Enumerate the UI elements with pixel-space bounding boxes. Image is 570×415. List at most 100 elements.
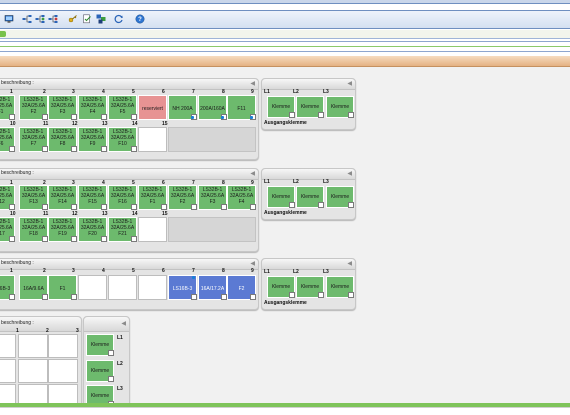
slot-number: 6 — [162, 268, 165, 274]
slot-checkbox[interactable] — [131, 236, 137, 242]
collapse-icon[interactable]: ◀ — [121, 320, 126, 327]
empty-slot-area — [168, 127, 256, 152]
collapse-icon[interactable]: ◀ — [250, 170, 255, 177]
slot-checkbox[interactable] — [71, 146, 77, 152]
phase-label: L3 — [323, 89, 329, 95]
terminal-checkbox[interactable] — [318, 112, 324, 118]
devices-icon[interactable] — [96, 14, 106, 24]
slot-checkbox[interactable] — [191, 204, 197, 210]
collapse-icon[interactable]: ◀ — [347, 80, 352, 87]
panel-title: beschreibung : — [1, 170, 34, 176]
slot-label: LS16B-3 — [0, 286, 11, 292]
slot-number: 7 — [192, 268, 195, 274]
slot-checkbox[interactable] — [9, 294, 15, 300]
slot-checkbox[interactable] — [131, 146, 137, 152]
slot-checkbox[interactable] — [101, 204, 107, 210]
slot-label: F1 — [59, 286, 66, 292]
slot-label: 16A/17.2A — [200, 286, 225, 292]
network-tree-add-icon[interactable] — [35, 14, 45, 24]
phase-label: L1 — [264, 269, 270, 275]
monitor-icon[interactable] — [4, 14, 14, 24]
breaker-slot[interactable]: reserviert — [138, 95, 167, 120]
status-dot-icon — [192, 276, 195, 279]
network-tree-remove-icon[interactable] — [48, 14, 58, 24]
document-check-icon[interactable] — [82, 14, 92, 24]
empty-slot[interactable] — [18, 359, 48, 383]
panel-header: ◀ — [262, 169, 355, 180]
help-icon[interactable]: ? — [135, 14, 145, 24]
slot-checkbox[interactable] — [9, 146, 15, 152]
phase-label: L3 — [117, 386, 123, 392]
key-icon[interactable] — [68, 14, 78, 24]
slot-checkbox[interactable] — [250, 204, 256, 210]
slot-checkbox[interactable] — [131, 114, 137, 120]
collapse-icon[interactable]: ◀ — [250, 260, 255, 267]
status-dot-icon — [250, 116, 253, 119]
slot-label: reserviert — [142, 106, 163, 112]
toolbar: ? — [0, 10, 570, 29]
slot-checkbox[interactable] — [71, 236, 77, 242]
breaker-slot[interactable] — [138, 217, 167, 242]
terminal-checkbox[interactable] — [348, 112, 354, 118]
collapse-icon[interactable]: ◀ — [347, 170, 352, 177]
slot-checkbox[interactable] — [161, 204, 167, 210]
phase-label: L3 — [323, 179, 329, 185]
terminal-checkbox[interactable] — [318, 202, 324, 208]
tab-indicator-icon[interactable] — [0, 31, 6, 37]
panel-header: beschreibung : — [0, 317, 81, 332]
terminal-checkbox[interactable] — [289, 112, 295, 118]
panel-header: beschreibung : ◀ — [0, 169, 258, 180]
slot-checkbox[interactable] — [250, 294, 256, 300]
breaker-slot[interactable] — [108, 275, 137, 300]
tab-row — [0, 30, 570, 39]
phase-label: L2 — [293, 269, 299, 275]
empty-slot-area — [168, 217, 256, 242]
terminal-checkbox[interactable] — [348, 202, 354, 208]
terminal-checkbox[interactable] — [108, 350, 114, 356]
terminal-checkbox[interactable] — [289, 202, 295, 208]
phase-label: L1 — [264, 179, 270, 185]
phase-label: L3 — [323, 269, 329, 275]
slot-number: 3 — [72, 268, 75, 274]
slot-number: 2 — [43, 268, 46, 274]
phase-label: L1 — [117, 335, 123, 341]
breaker-slot[interactable] — [78, 275, 107, 300]
slot-checkbox[interactable] — [101, 114, 107, 120]
phase-label: L2 — [293, 89, 299, 95]
slot-checkbox[interactable] — [9, 204, 15, 210]
phase-label: L2 — [293, 179, 299, 185]
slot-checkbox[interactable] — [9, 114, 15, 120]
empty-slot[interactable] — [0, 334, 16, 358]
empty-slot[interactable] — [48, 359, 78, 383]
slot-checkbox[interactable] — [9, 236, 15, 242]
slot-number: 5 — [132, 268, 135, 274]
slot-checkbox[interactable] — [71, 114, 77, 120]
empty-slot[interactable] — [48, 334, 78, 358]
panel-header: ◀ — [262, 79, 355, 90]
slot-label: NH 200A — [172, 106, 193, 112]
collapse-icon[interactable]: ◀ — [347, 260, 352, 267]
slot-label: F2 — [238, 286, 245, 292]
empty-slot[interactable] — [18, 334, 48, 358]
terminal-checkbox[interactable] — [318, 292, 324, 298]
slot-label: LS16B-3 — [172, 286, 193, 292]
slot-checkbox[interactable] — [131, 204, 137, 210]
collapse-icon[interactable]: ◀ — [250, 80, 255, 87]
empty-slot[interactable] — [0, 359, 16, 383]
window-top-stripe — [0, 0, 570, 4]
header-band — [0, 56, 570, 67]
terminal-checkbox[interactable] — [108, 376, 114, 382]
slot-checkbox[interactable] — [101, 146, 107, 152]
slot-checkbox[interactable] — [71, 204, 77, 210]
slot-checkbox[interactable] — [71, 294, 77, 300]
panel-header: ◀ — [84, 317, 129, 332]
network-tree-icon[interactable] — [22, 14, 32, 24]
terminal-checkbox[interactable] — [348, 292, 354, 298]
terminal-checkbox[interactable] — [289, 292, 295, 298]
refresh-icon[interactable] — [114, 14, 124, 24]
slot-checkbox[interactable] — [191, 294, 197, 300]
slot-checkbox[interactable] — [101, 236, 107, 242]
breaker-slot[interactable] — [138, 275, 167, 300]
breaker-slot[interactable] — [138, 127, 167, 152]
panel-title: beschreibung : — [1, 80, 34, 86]
